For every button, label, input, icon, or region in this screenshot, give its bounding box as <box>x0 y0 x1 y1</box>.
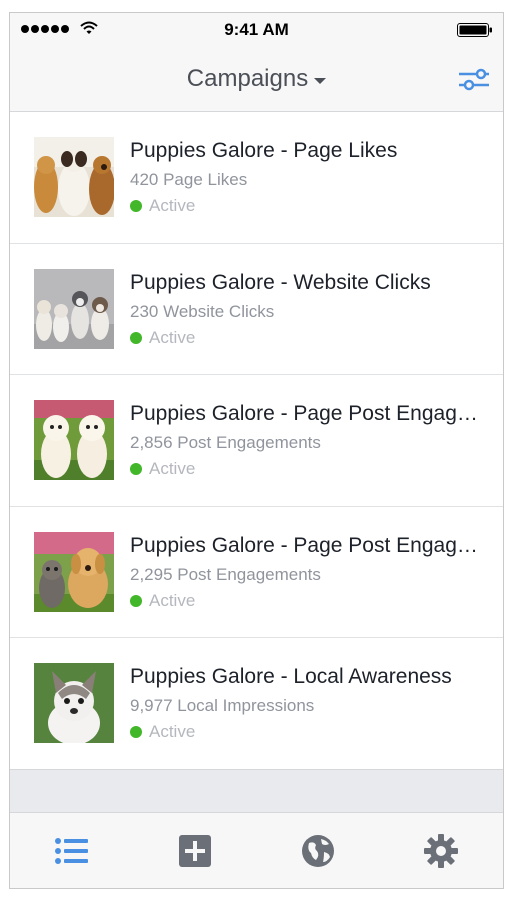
campaign-metric: 2,856 Post Engagements <box>130 433 321 453</box>
gear-icon <box>424 833 459 868</box>
status-badge: Active <box>130 196 195 216</box>
status-badge: Active <box>130 328 195 348</box>
status-label: Active <box>149 459 196 479</box>
status-dot-icon <box>130 726 142 739</box>
chevron-down-icon <box>314 78 327 84</box>
campaign-metric: 230 Website Clicks <box>130 301 275 321</box>
campaign-row[interactable]: Puppies Galore - Page Post Engagement 2,… <box>10 375 503 507</box>
status-dot-icon <box>130 200 142 212</box>
battery-icon <box>457 23 492 37</box>
campaign-title: Puppies Galore - Local Awareness <box>130 665 452 689</box>
tab-create[interactable] <box>165 826 225 876</box>
status-dot-icon <box>130 594 142 607</box>
campaign-title: Puppies Galore - Page Post Engagement <box>130 533 485 557</box>
tab-settings[interactable] <box>411 826 471 876</box>
campaign-thumbnail <box>34 268 114 349</box>
campaign-title: Puppies Galore - Website Clicks <box>130 270 431 294</box>
status-label: Active <box>149 196 196 215</box>
list-icon <box>54 837 88 864</box>
campaign-metric: 420 Page Likes <box>130 170 248 189</box>
globe-icon <box>302 834 335 867</box>
status-badge: Active <box>130 459 195 479</box>
status-badge: Active <box>130 591 195 611</box>
status-bar: 9:41 AM <box>10 13 503 47</box>
status-time: 9:41 AM <box>224 20 289 39</box>
status-dot-icon <box>130 331 142 344</box>
campaign-thumbnail <box>34 531 114 612</box>
campaign-title: Puppies Galore - Page Likes <box>130 139 398 162</box>
tab-audience[interactable] <box>288 826 348 876</box>
tab-bar <box>10 812 503 888</box>
campaign-thumbnail <box>34 663 114 744</box>
campaign-row[interactable]: Puppies Galore - Page Post Engagement 2,… <box>10 507 503 639</box>
campaign-row[interactable]: Puppies Galore - Local Awareness 9,977 L… <box>10 638 503 770</box>
campaign-row[interactable]: Puppies Galore - Website Clicks 230 Webs… <box>10 244 503 376</box>
add-icon <box>178 834 211 867</box>
status-badge: Active <box>130 722 195 742</box>
phone-screen: 9:41 AM Campaigns Puppies Galore - Page … <box>9 12 504 889</box>
status-label: Active <box>149 327 196 347</box>
navigation-bar: Campaigns <box>10 47 503 112</box>
campaign-thumbnail <box>34 137 114 217</box>
status-label: Active <box>149 590 196 610</box>
campaigns-dropdown[interactable]: Campaigns <box>10 65 503 93</box>
campaign-row[interactable]: Puppies Galore - Page Likes 420 Page Lik… <box>10 112 503 244</box>
status-dot-icon <box>130 463 142 476</box>
filter-settings-button[interactable] <box>457 67 491 93</box>
page-title: Campaigns <box>186 65 309 92</box>
campaign-metric: 2,295 Post Engagements <box>130 564 321 584</box>
campaign-list: Puppies Galore - Page Likes 420 Page Lik… <box>10 112 503 770</box>
campaign-metric: 9,977 Local Impressions <box>130 696 315 716</box>
tab-campaigns[interactable] <box>42 826 102 876</box>
campaign-title: Puppies Galore - Page Post Engagement <box>130 402 485 426</box>
status-label: Active <box>149 722 196 742</box>
campaign-thumbnail <box>34 400 114 481</box>
